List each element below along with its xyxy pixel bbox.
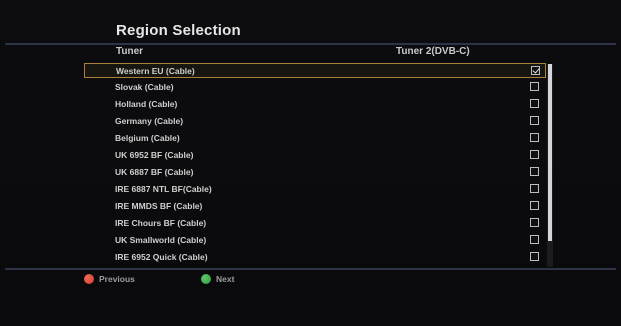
region-list: Western EU (Cable) Slovak (Cable) Holland …	[84, 63, 552, 267]
region-checkbox[interactable]	[530, 184, 539, 193]
list-scrollbar[interactable]	[547, 64, 553, 267]
region-label: IRE Chours BF (Cable)	[115, 218, 207, 228]
region-checkbox[interactable]	[530, 82, 539, 91]
region-checkbox[interactable]	[530, 252, 539, 261]
region-row[interactable]: UK Smallworld (Cable)	[84, 233, 546, 248]
region-row[interactable]: Holland (Cable)	[84, 97, 546, 112]
region-selection-screen: Region Selection Tuner Tuner 2(DVB-C) We…	[0, 0, 621, 326]
previous-label: Previous	[99, 274, 135, 284]
region-label: UK 6952 BF (Cable)	[115, 150, 194, 160]
region-label: Slovak (Cable)	[115, 82, 174, 92]
region-checkbox[interactable]	[530, 235, 539, 244]
region-checkbox[interactable]	[530, 167, 539, 176]
region-label: IRE MMDS BF (Cable)	[115, 201, 203, 211]
region-label: Belgium (Cable)	[115, 133, 180, 143]
region-checkbox[interactable]	[530, 201, 539, 210]
region-label: IRE 6887 NTL BF(Cable)	[115, 184, 212, 194]
region-label: Holland (Cable)	[115, 99, 178, 109]
scrollbar-thumb[interactable]	[548, 64, 552, 241]
region-row[interactable]: IRE 6887 NTL BF(Cable)	[84, 182, 546, 197]
next-label: Next	[216, 274, 235, 284]
region-label: IRE 6952 Quick (Cable)	[115, 252, 208, 262]
red-circle-icon	[84, 274, 94, 284]
region-row[interactable]: UK 6952 BF (Cable)	[84, 148, 546, 163]
region-label: UK 6887 BF (Cable)	[115, 167, 194, 177]
page-title: Region Selection	[116, 22, 241, 39]
region-row[interactable]: Slovak (Cable)	[84, 80, 546, 95]
column-header-tuner: Tuner	[116, 46, 144, 57]
region-checkbox[interactable]	[531, 66, 540, 75]
region-row[interactable]: UK 6887 BF (Cable)	[84, 165, 546, 180]
region-checkbox[interactable]	[530, 150, 539, 159]
region-label: UK Smallworld (Cable)	[115, 235, 207, 245]
footer-divider	[5, 268, 616, 270]
region-row[interactable]: IRE 6952 Quick (Cable)	[84, 250, 546, 265]
region-row[interactable]: Western EU (Cable)	[84, 63, 546, 78]
region-row[interactable]: IRE MMDS BF (Cable)	[84, 199, 546, 214]
column-header-tuner2: Tuner 2(DVB-C)	[396, 46, 470, 57]
region-checkbox[interactable]	[530, 116, 539, 125]
green-circle-icon	[201, 274, 211, 284]
column-header-row: Tuner Tuner 2(DVB-C)	[116, 46, 546, 60]
region-row[interactable]: Belgium (Cable)	[84, 131, 546, 146]
region-row[interactable]: IRE Chours BF (Cable)	[84, 216, 546, 231]
region-checkbox[interactable]	[530, 133, 539, 142]
header-divider	[5, 43, 616, 45]
region-label: Western EU (Cable)	[116, 66, 195, 76]
region-checkbox[interactable]	[530, 218, 539, 227]
region-checkbox[interactable]	[530, 99, 539, 108]
region-label: Germany (Cable)	[115, 116, 184, 126]
region-row[interactable]: Germany (Cable)	[84, 114, 546, 129]
